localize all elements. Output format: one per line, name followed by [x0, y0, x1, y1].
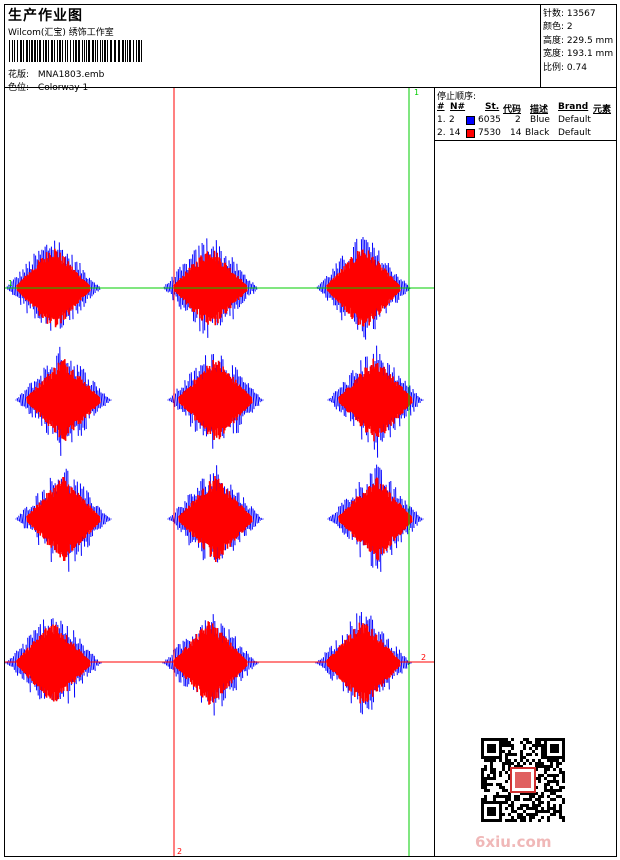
stat-scale: 比例: 0.74: [543, 63, 587, 73]
stop-sequence-panel: 停止顺序: # N# St. 代码 描述 Brand 元素 1. 2 6035 …: [434, 88, 617, 856]
design-label: 花版:: [8, 70, 30, 80]
stat-width: 宽度: 193.1 mm: [543, 49, 614, 59]
barcode: [9, 40, 142, 62]
row2-description: Black: [525, 128, 550, 138]
row2-code: 14: [510, 128, 522, 138]
embroidery-motif: [167, 353, 264, 449]
header-info: 生产作业图 Wilcom(汇宝) 绣饰工作室 花版: MNA1803.emb 色…: [5, 5, 540, 93]
stat-colors: 颜色: 2: [543, 22, 573, 32]
embroidery-motif: [167, 465, 264, 563]
row2-color-swatch: [466, 129, 475, 138]
embroidery-canvas: 1 1 2 2: [5, 88, 434, 856]
row1-color-swatch: [466, 116, 475, 125]
watermark: 6xiu.com: [475, 833, 552, 851]
stop-sequence-title: 停止顺序:: [437, 92, 477, 102]
row2-stitches: 7530: [478, 128, 501, 138]
row2-brand: Default: [558, 128, 591, 138]
embroidery-motif: [5, 618, 102, 704]
guide-label-red-bottom: 2: [177, 847, 183, 856]
row1-index: 1.: [437, 115, 446, 125]
col-header-code: 代码: [503, 105, 522, 115]
stat-stitches: 针数: 13567: [543, 9, 596, 19]
qr-code: [481, 738, 565, 822]
guide-label-green-left: 1: [8, 279, 14, 288]
col-header-index: #: [437, 102, 445, 112]
row1-description: Blue: [530, 115, 550, 125]
col-header-stitches: St.: [485, 102, 500, 112]
embroidery-motif: [15, 468, 112, 572]
embroidery-motif: [15, 346, 112, 456]
design-stats: 针数: 13567 颜色: 2 高度: 229.5 mm 宽度: 193.1 m…: [540, 5, 617, 88]
row1-stitches: 6035: [478, 115, 501, 125]
guide-label-green-top: 1: [414, 88, 420, 97]
embroidery-motif: [315, 611, 412, 715]
stop-sequence-divider: [435, 140, 617, 141]
row2-needle: 14: [449, 128, 461, 138]
row1-code: 2: [515, 115, 521, 125]
guide-label-red-right: 2: [421, 653, 427, 662]
col-header-description: 描述: [530, 105, 549, 115]
embroidery-motif: [5, 240, 102, 331]
design-name: 花版: MNA1803.emb: [8, 67, 104, 80]
stitch-preview: [5, 88, 434, 856]
row1-brand: Default: [558, 115, 591, 125]
embroidery-motif: [162, 614, 259, 716]
stat-height: 高度: 229.5 mm: [543, 36, 614, 46]
page-title: 生产作业图: [8, 8, 83, 24]
page-subtitle: Wilcom(汇宝) 绣饰工作室: [8, 28, 114, 38]
col-header-element: 元素: [593, 105, 612, 115]
row1-needle: 2: [449, 115, 455, 125]
design-value: MNA1803.emb: [37, 70, 105, 80]
row2-index: 2.: [437, 128, 446, 138]
col-header-needle: N#: [450, 102, 466, 112]
col-header-brand: Brand: [558, 102, 589, 112]
